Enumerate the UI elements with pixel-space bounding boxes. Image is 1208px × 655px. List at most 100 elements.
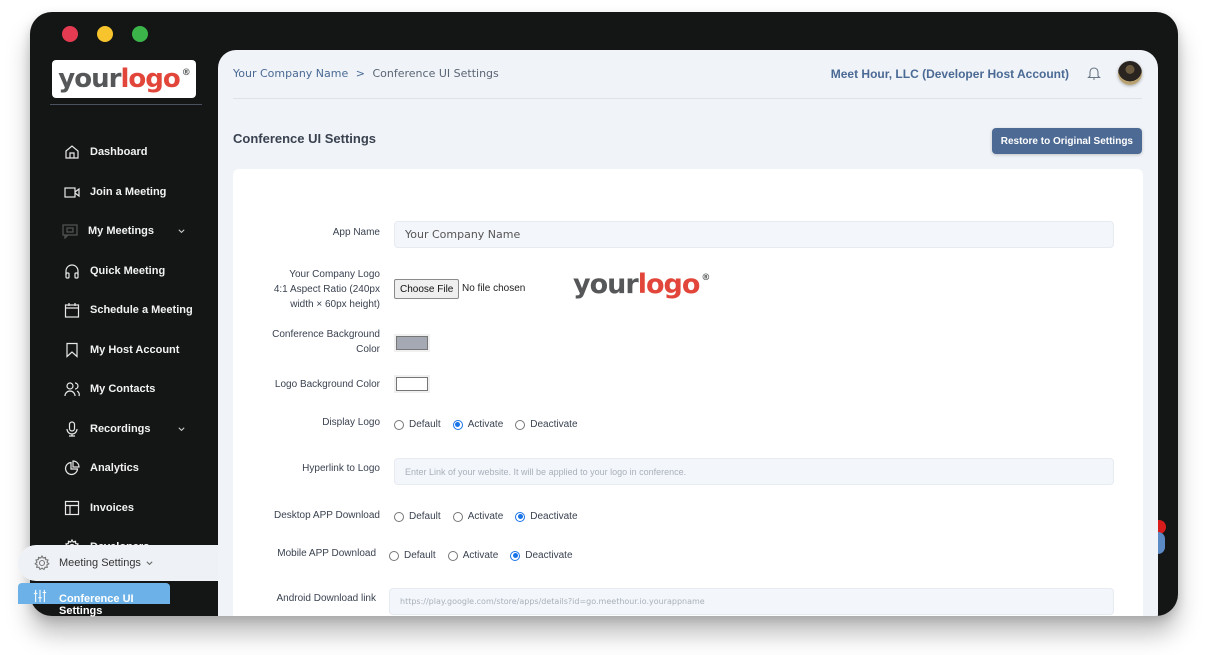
sidebar-item-label: My Contacts [90,383,156,395]
radio-button[interactable] [452,511,463,522]
maximize-window-button[interactable] [132,26,148,42]
hyperlink-label: Hyperlink to Logo [302,463,380,474]
sidebar-item-analytics[interactable]: Analytics [30,453,218,483]
breadcrumb-current: Conference UI Settings [372,67,499,80]
radio-button[interactable] [394,419,404,430]
radio-button[interactable] [389,550,399,561]
mobile-download-label: Mobile APP Download [277,548,376,559]
mobile-download-deactivate[interactable]: Deactivate [510,550,573,561]
registered-mark: ® [701,273,710,283]
hyperlink-input[interactable]: Enter Link of your website. It will be a… [394,458,1114,485]
sidebar-item-quick-meeting[interactable]: Quick Meeting [30,256,218,286]
sidebar-item-my-meetings[interactable]: My Meetings [30,216,218,246]
sidebar-divider [50,104,202,105]
radio-button-checked[interactable] [510,550,521,561]
layout-icon [64,500,80,516]
radio-button-checked[interactable] [452,419,463,430]
breadcrumb-separator: > [355,67,365,80]
radio-label: Deactivate [530,511,578,522]
display-logo-radio-group: Default Activate Deactivate [394,419,590,430]
logo-text-your: your [58,64,121,94]
radio-label: Default [409,511,441,522]
sliders-icon [33,589,47,603]
sidebar-item-label: Meeting Settings [59,557,141,569]
logo-text-logo: logo [120,64,180,94]
sidebar-item-label: Join a Meeting [90,186,167,198]
mobile-download-default[interactable]: Default [389,550,436,561]
sidebar-item-meeting-settings[interactable]: Meeting Settings [18,545,218,581]
sidebar-item-conference-ui-settings[interactable]: Conference UI Settings [18,583,170,617]
sidebar-item-join-meeting[interactable]: Join a Meeting [30,177,218,207]
logo-bg-color-picker[interactable] [394,375,430,393]
chevron-down-icon [146,560,153,565]
mobile-download-activate[interactable]: Activate [447,550,498,561]
account-name[interactable]: Meet Hour, LLC (Developer Host Account) [831,67,1069,81]
color-swatch-fill [396,377,428,391]
desktop-download-deactivate[interactable]: Deactivate [515,511,578,522]
registered-mark: ® [181,68,191,78]
desktop-download-label: Desktop APP Download [274,510,380,521]
conference-bg-color-picker[interactable] [394,334,430,352]
display-logo-activate[interactable]: Activate [452,419,504,430]
radio-button[interactable] [447,550,458,561]
window-controls [62,26,148,42]
label-line: width × 60px height) [290,299,380,310]
sidebar-item-recordings[interactable]: Recordings [30,414,218,444]
radio-label: Deactivate [530,419,578,430]
app-name-input[interactable]: Your Company Name [394,221,1114,248]
android-link-input[interactable]: https://play.google.com/store/apps/detai… [389,588,1114,615]
file-status: No file chosen [462,283,526,294]
pie-chart-icon [64,460,80,476]
company-logo-label: Your Company Logo 4:1 Aspect Ratio (240p… [274,267,380,312]
chevron-down-icon [178,426,185,431]
floating-help-button[interactable] [1158,532,1165,554]
radio-label: Activate [467,511,504,522]
minimize-window-button[interactable] [97,26,113,42]
sidebar-item-label: Conference UI Settings [59,593,134,617]
display-logo-deactivate[interactable]: Deactivate [515,419,578,430]
bell-icon[interactable] [1087,65,1101,81]
label-line: Conference Background [272,329,380,340]
sidebar-item-label: Analytics [90,462,139,474]
header-divider [233,98,1142,99]
color-swatch-fill [396,336,428,350]
breadcrumb-root-link[interactable]: Your Company Name [233,67,348,80]
radio-label: Activate [467,419,504,430]
headphones-icon [65,264,79,279]
label-line: Your Company Logo [289,269,380,280]
sidebar-item-my-host-account[interactable]: My Host Account [30,335,218,365]
chevron-down-icon [178,228,185,233]
logo-text-logo: logo [637,269,701,300]
chat-icon [62,224,78,239]
conference-bg-label: Conference Background Color [272,327,380,357]
radio-button[interactable] [515,419,526,430]
sidebar-item-dashboard[interactable]: Dashboard [30,137,218,167]
app-window: yourlogo ® Dashboard Join a Meeting My Me… [30,12,1178,616]
settings-form-card: App Name Your Company Name Your Company … [233,169,1143,616]
choose-file-button[interactable]: Choose File [394,279,460,299]
sidebar-item-my-contacts[interactable]: My Contacts [30,374,218,404]
mobile-download-radio-group: Default Activate Deactivate [389,550,585,561]
desktop-download-activate[interactable]: Activate [452,511,504,522]
page-title: Conference UI Settings [233,131,377,146]
users-icon [64,382,80,397]
radio-button[interactable] [394,511,404,522]
sidebar-item-label: Schedule a Meeting [90,304,193,316]
brand-logo[interactable]: yourlogo ® [52,60,196,98]
display-logo-default[interactable]: Default [394,419,441,430]
sidebar: yourlogo ® Dashboard Join a Meeting My Me… [30,50,218,616]
logo-preview: yourlogo ® [573,269,710,300]
sidebar-item-label: Quick Meeting [90,265,166,277]
calendar-icon [64,303,80,318]
desktop-download-default[interactable]: Default [394,511,441,522]
sidebar-item-label: My Meetings [88,225,155,237]
sidebar-item-invoices[interactable]: Invoices [30,493,218,523]
gear-icon [34,555,50,571]
radio-button-checked[interactable] [515,511,526,522]
label-line: 4:1 Aspect Ratio (240px [273,284,380,295]
user-avatar[interactable] [1118,61,1142,85]
close-window-button[interactable] [62,26,78,42]
sidebar-item-schedule-meeting[interactable]: Schedule a Meeting [30,295,218,325]
app-name-label: App Name [332,227,380,238]
restore-settings-button[interactable]: Restore to Original Settings [991,128,1142,154]
